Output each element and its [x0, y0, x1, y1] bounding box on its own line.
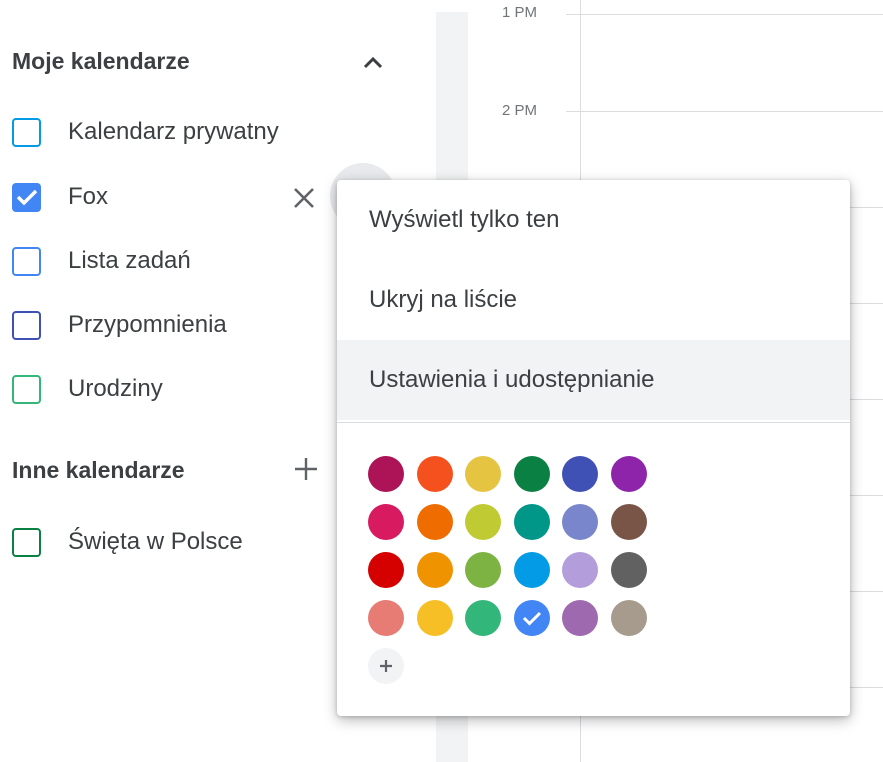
close-icon[interactable] [286, 180, 322, 216]
menu-divider [337, 422, 850, 423]
add-custom-color-button[interactable] [368, 648, 404, 684]
calendar-item-przypomnienia[interactable]: Przypomnienia [12, 305, 227, 345]
color-swatch[interactable] [465, 504, 501, 540]
menu-item-display-only-this[interactable]: Wyświetl tylko ten [337, 180, 850, 260]
calendar-label: Fox [68, 183, 109, 210]
checkbox-checked[interactable] [12, 182, 41, 212]
color-swatch[interactable] [610, 600, 647, 636]
other-calendars-header[interactable]: Inne kalendarze [12, 457, 185, 484]
chevron-up-icon[interactable] [356, 45, 390, 79]
calendar-label: Lista zadań [68, 247, 191, 274]
time-label: 1 PM [502, 4, 538, 21]
plus-icon[interactable] [289, 452, 323, 486]
calendar-label: Święta w Polsce [68, 528, 243, 555]
color-swatch[interactable] [610, 456, 647, 492]
check-icon [522, 611, 541, 626]
checkbox[interactable] [12, 527, 41, 557]
calendar-item-fox[interactable]: Fox [12, 177, 108, 217]
time-label: 2 PM [502, 102, 538, 119]
color-swatch[interactable] [465, 456, 501, 492]
color-swatch[interactable] [610, 504, 647, 540]
my-calendars-header[interactable]: Moje kalendarze [12, 48, 190, 75]
calendar-label: Urodziny [68, 375, 163, 402]
checkbox[interactable] [12, 117, 41, 147]
calendar-label: Kalendarz prywatny [68, 118, 279, 145]
calendar-item-kalendarz-prywatny[interactable]: Kalendarz prywatny [12, 112, 279, 152]
color-swatch[interactable] [465, 600, 501, 636]
color-swatch[interactable] [562, 504, 598, 540]
plus-icon [380, 660, 392, 672]
color-swatch[interactable] [416, 600, 453, 636]
color-swatch[interactable] [416, 456, 453, 492]
calendar-item-lista-zadan[interactable]: Lista zadań [12, 241, 191, 281]
hour-line [566, 111, 883, 112]
color-swatch[interactable] [368, 552, 404, 588]
checkbox[interactable] [12, 310, 41, 340]
menu-item-hide-from-list[interactable]: Ukryj na liście [337, 260, 850, 340]
color-swatch[interactable] [416, 504, 453, 540]
color-swatch[interactable] [368, 600, 404, 636]
color-swatch-selected[interactable] [513, 600, 550, 636]
color-swatch[interactable] [562, 552, 598, 588]
calendar-options-menu: Wyświetl tylko ten Ukryj na liście Ustaw… [337, 180, 850, 716]
calendar-label: Przypomnienia [68, 311, 227, 338]
color-swatch[interactable] [513, 504, 550, 540]
checkbox[interactable] [12, 246, 41, 276]
color-swatch[interactable] [562, 600, 598, 636]
calendar-item-swieta-w-polsce[interactable]: Święta w Polsce [12, 522, 243, 562]
color-swatch[interactable] [465, 552, 501, 588]
checkbox[interactable] [12, 374, 41, 404]
check-icon [16, 189, 37, 206]
color-swatch[interactable] [610, 552, 647, 588]
hour-line [566, 14, 883, 15]
menu-item-settings-and-sharing[interactable]: Ustawienia i udostępnianie [337, 340, 850, 420]
calendar-item-urodziny[interactable]: Urodziny [12, 369, 163, 409]
color-swatch[interactable] [368, 456, 404, 492]
color-swatch[interactable] [513, 456, 550, 492]
color-swatch[interactable] [562, 456, 598, 492]
color-swatch[interactable] [513, 552, 550, 588]
color-swatch[interactable] [368, 504, 404, 540]
color-swatch[interactable] [416, 552, 453, 588]
